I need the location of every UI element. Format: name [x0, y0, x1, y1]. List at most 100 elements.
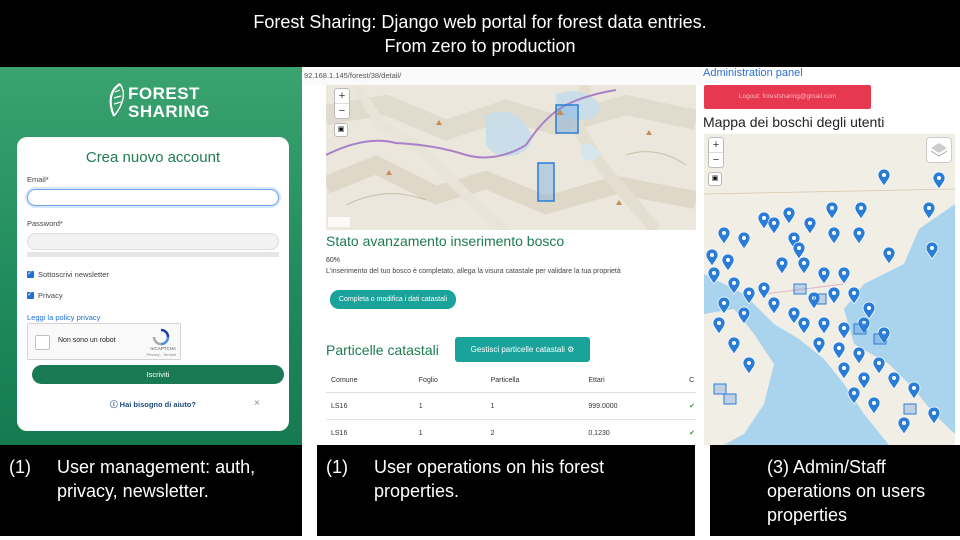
forest-marker-dot	[712, 271, 716, 275]
privacy-checkbox[interactable]	[27, 290, 34, 299]
forest-marker-dot	[717, 321, 721, 325]
newsletter-checkbox[interactable]	[27, 269, 34, 278]
forest-parcel-area[interactable]	[723, 393, 737, 405]
forest-marker-dot	[852, 291, 856, 295]
forest-parcel-area[interactable]	[813, 293, 827, 305]
forest-marker-dot	[937, 176, 941, 180]
logo-text-sharing: SHARING	[128, 102, 210, 121]
forest-marker-dot	[747, 361, 751, 365]
password-field[interactable]	[27, 233, 279, 250]
forest-marker-dot	[932, 411, 936, 415]
cell-foglio: 1	[413, 419, 486, 445]
terrain-map-graphic	[326, 85, 696, 230]
forest-marker-dot	[802, 261, 806, 265]
caption-2-text: User operations on his forest properties…	[374, 457, 605, 501]
cell-comune: LS16	[326, 419, 414, 445]
table-row[interactable]: LS16 1 1 999.0000 ✔	[326, 392, 696, 420]
forest-marker-dot	[732, 281, 736, 285]
col-particella: Particella	[485, 368, 584, 393]
admin-panel-title[interactable]: Administration panel	[703, 67, 803, 79]
close-icon[interactable]: ×	[254, 398, 260, 409]
caption-2-number: (1)	[326, 457, 348, 477]
forest-marker-dot	[857, 231, 861, 235]
cell-comune: LS16	[326, 392, 414, 420]
map-zoom-control: + −	[334, 88, 350, 119]
admin-screenshot: Administration panel Logout: forestshari…	[703, 67, 960, 445]
forest-marker-dot	[842, 366, 846, 370]
forest-marker-dot	[862, 376, 866, 380]
zoom-out-button[interactable]: −	[335, 104, 349, 118]
forest-parcel-area[interactable]	[903, 403, 917, 415]
forest-marker-dot	[787, 211, 791, 215]
forest-marker-dot	[837, 346, 841, 350]
users-forests-map[interactable]: + − ▣	[704, 134, 955, 445]
forest-marker-dot	[830, 206, 834, 210]
newsletter-label: Sottoscrivi newsletter	[38, 270, 109, 279]
url-bar[interactable]: 92.168.1.145/forest/38/detail/	[302, 67, 703, 85]
forest-parcel-area[interactable]	[873, 333, 887, 345]
progress-description: L'inserimento del tuo bosco è completato…	[326, 268, 621, 275]
check-icon: ✔	[684, 392, 696, 420]
recaptcha-checkbox[interactable]	[35, 335, 50, 350]
fullscreen-icon[interactable]: ▣	[334, 123, 348, 137]
progress-value: 60%	[326, 257, 341, 264]
forest-marker-dot	[780, 261, 784, 265]
forest-parcel-area[interactable]	[793, 283, 807, 295]
admin-zoom-out-button[interactable]: −	[709, 153, 723, 167]
layers-icon[interactable]	[926, 137, 952, 163]
forest-marker-dot	[792, 311, 796, 315]
signup-button[interactable]: Iscriviti	[32, 365, 284, 384]
info-icon: ⓘ	[110, 400, 120, 409]
privacy-policy-link[interactable]: Leggi la policy privacy	[27, 313, 100, 322]
email-field[interactable]	[27, 189, 279, 206]
italy-map-graphic	[704, 134, 955, 445]
forest-marker-dot	[822, 321, 826, 325]
check-icon: ✔	[684, 419, 696, 445]
caption-1-number: (1)	[9, 457, 31, 477]
recaptcha-label: Non sono un robot	[58, 337, 116, 344]
help-link[interactable]: ⓘ Hai bisogno di aiuto?	[53, 399, 253, 410]
forest-marker-dot	[747, 291, 751, 295]
forest-marker-dot	[762, 286, 766, 290]
forest-marker-dot	[859, 206, 863, 210]
forest-marker-dot	[772, 221, 776, 225]
cell-ettari: 0.1230	[583, 419, 685, 445]
col-c: C	[684, 368, 696, 393]
cell-particella: 2	[485, 419, 584, 445]
users-map-title: Mappa dei boschi degli utenti	[703, 114, 885, 130]
title-line-1: Forest Sharing: Django web portal for fo…	[253, 12, 707, 32]
recaptcha-terms[interactable]: Privacy - Termini	[147, 352, 177, 357]
forest-marker-dot	[877, 361, 881, 365]
privacy-label: Privacy	[38, 291, 63, 300]
admin-zoom-in-button[interactable]: +	[709, 138, 723, 153]
forest-marker-dot	[797, 246, 801, 250]
caption-1-text: User management: auth, privacy, newslett…	[57, 457, 256, 501]
col-ettari: Ettari	[583, 368, 685, 393]
forest-parcel-area[interactable]	[853, 323, 867, 335]
title-bar: Forest Sharing: Django web portal for fo…	[0, 0, 960, 67]
forest-map[interactable]: + − ▣	[326, 85, 696, 230]
forest-marker-dot	[792, 236, 796, 240]
zoom-in-button[interactable]: +	[335, 89, 349, 104]
table-header-row: Comune Foglio Particella Ettari C	[326, 368, 696, 393]
help-label: Hai bisogno di aiuto?	[119, 400, 196, 409]
recaptcha-widget: Non sono un robot reCAPTCHA Privacy - Te…	[27, 323, 181, 360]
recaptcha-brand: reCAPTCHA	[150, 346, 176, 351]
cell-particella: 1	[485, 392, 584, 420]
forest-marker-dot	[832, 291, 836, 295]
forest-marker-dot	[822, 271, 826, 275]
caption-admin-operations: (3) Admin/Staff operations on users prop…	[710, 445, 960, 536]
edit-cadastral-data-button[interactable]: Completa o modifica i dati catastali	[330, 290, 456, 309]
col-comune: Comune	[326, 368, 414, 393]
col-foglio: Foglio	[413, 368, 486, 393]
progress-section-title: Stato avanzamento inserimento bosco	[326, 233, 565, 249]
forest-marker-dot	[742, 311, 746, 315]
manage-parcels-button[interactable]: Gestisci particelle catastali ⚙	[455, 337, 590, 362]
forest-marker-dot	[832, 231, 836, 235]
logout-button[interactable]: Logout: forestsharing@gmail.com	[704, 85, 871, 109]
forest-parcel-area[interactable]	[713, 383, 727, 395]
signup-card: Crea nuovo account Email* Password* Sott…	[17, 137, 289, 431]
admin-fullscreen-icon[interactable]: ▣	[708, 172, 722, 186]
table-row[interactable]: LS16 1 2 0.1230 ✔	[326, 419, 696, 445]
recaptcha-icon	[152, 328, 170, 346]
